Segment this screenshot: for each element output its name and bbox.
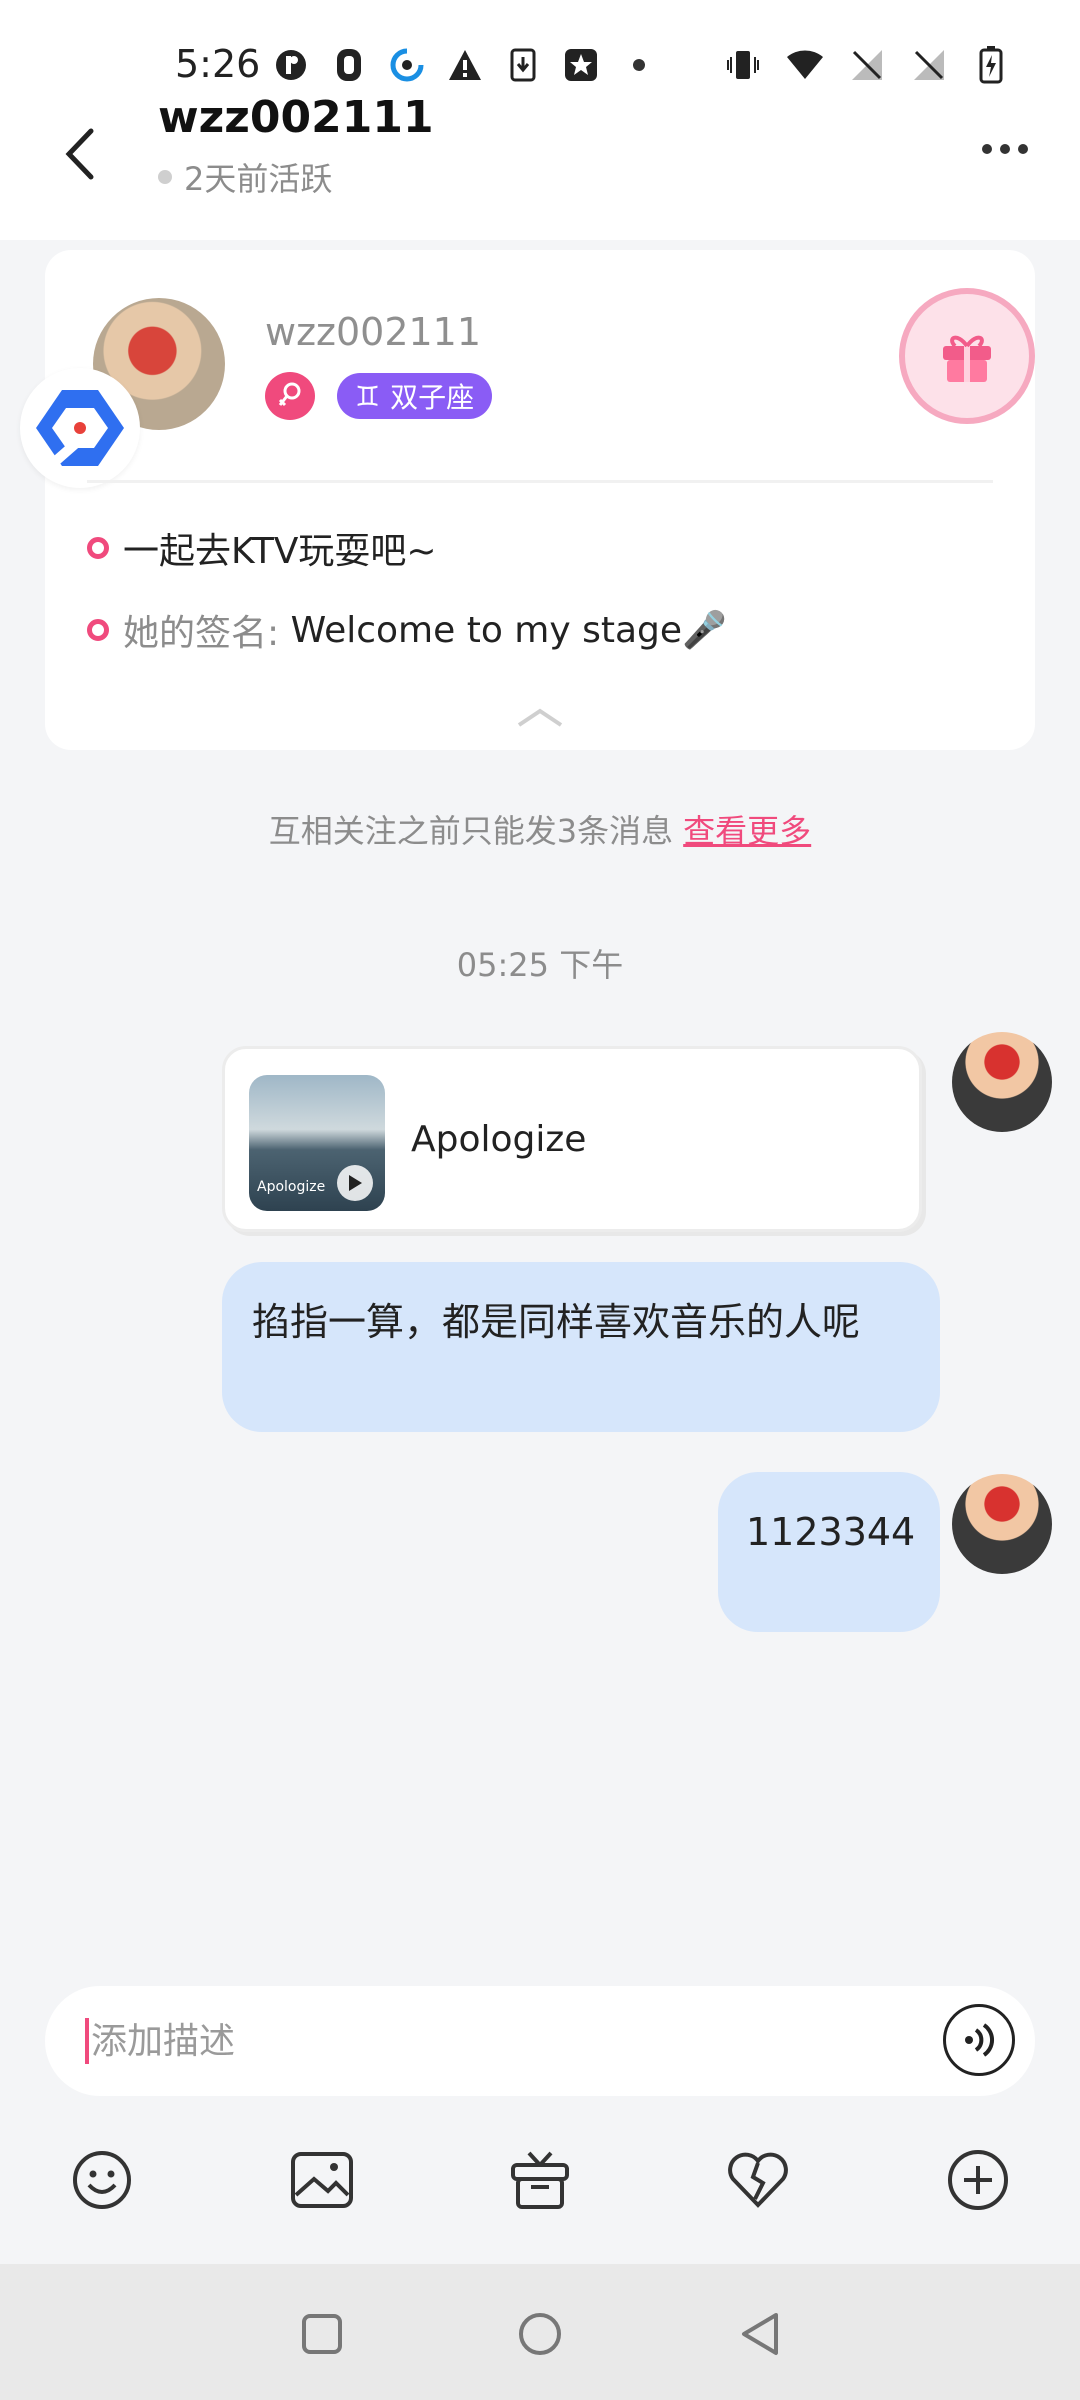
broken-heart-icon: [728, 2152, 788, 2208]
music-cover: Apologize: [249, 1075, 385, 1211]
star-icon: [562, 46, 600, 84]
circle-icon: [519, 2313, 561, 2355]
collapse-card-button[interactable]: [515, 705, 565, 735]
message-input-bar: [45, 1986, 1035, 2096]
chat-header: wzz002111 2天前活跃: [0, 84, 1080, 240]
more-dot-icon: [982, 144, 992, 154]
music-title: Apologize: [411, 1119, 587, 1160]
image-button[interactable]: [282, 2140, 362, 2220]
system-back-button[interactable]: [734, 2308, 786, 2360]
status-dot: [158, 170, 172, 184]
notice-text: 互相关注之前只能发3条消息: [268, 812, 674, 850]
more-dot-icon: [1018, 144, 1028, 154]
heart-button[interactable]: [718, 2140, 798, 2220]
my-avatar[interactable]: [952, 1032, 1052, 1132]
warning-icon: [446, 46, 484, 84]
play-icon[interactable]: [337, 1165, 373, 1201]
female-icon: [265, 372, 315, 420]
gift-box-icon: [511, 2151, 569, 2209]
music-share-card[interactable]: Apologize Apologize: [222, 1046, 922, 1232]
see-more-link[interactable]: 查看更多: [683, 812, 811, 850]
emoji-button[interactable]: [62, 2140, 142, 2220]
chat-toolbar: [0, 2140, 1080, 2230]
tiktok-icon: [272, 46, 310, 84]
browser-icon: [388, 46, 426, 84]
my-avatar[interactable]: [952, 1474, 1052, 1574]
triangle-back-icon: [742, 2313, 778, 2355]
message-limit-notice: 互相关注之前只能发3条消息 查看更多: [0, 806, 1080, 852]
status-time: 5:26: [175, 42, 261, 86]
no-signal-icon: [848, 46, 886, 84]
back-button[interactable]: [50, 114, 110, 194]
last-active-text: 2天前活跃: [184, 160, 333, 198]
chevron-up-icon: [517, 708, 563, 727]
status-system-icons: [724, 46, 1010, 84]
wifi-icon: [786, 46, 824, 84]
bullet-icon: [87, 619, 109, 641]
profile-intro: 一起去KTV玩耍吧~: [87, 522, 437, 574]
zodiac-label: 双子座: [390, 381, 475, 414]
more-dot-icon: [1000, 144, 1010, 154]
card-divider: [87, 480, 993, 483]
system-navigation-bar: [0, 2264, 1080, 2400]
more-actions-button[interactable]: [938, 2140, 1018, 2220]
voice-icon: [965, 2023, 994, 2057]
profile-tags: ♊ 双子座: [265, 372, 493, 420]
plus-icon: [948, 2150, 1008, 2210]
recent-apps-button[interactable]: [296, 2308, 348, 2360]
download-icon: [504, 46, 542, 84]
square-icon: [302, 2314, 342, 2354]
signature-text: Welcome to my stage🎤: [279, 610, 727, 651]
vibrate-icon: [724, 46, 762, 84]
zodiac-badge: ♊ 双子座: [337, 373, 493, 419]
status-notification-icons: [272, 46, 658, 84]
signature-label: 她的签名:: [123, 613, 280, 654]
home-button[interactable]: [514, 2308, 566, 2360]
gift-icon: [943, 335, 991, 382]
message-bubble[interactable]: 1123344: [718, 1472, 940, 1632]
shield-icon: [330, 46, 368, 84]
text-caret: [85, 2018, 89, 2064]
dot-icon: [620, 46, 658, 84]
message-timestamp: 05:25 下午: [456, 946, 624, 984]
chevron-left-icon: [65, 128, 94, 180]
no-signal-icon: [910, 46, 948, 84]
profile-signature: 她的签名: Welcome to my stage🎤: [87, 604, 727, 656]
verified-badge-icon: [20, 368, 140, 488]
image-icon: [291, 2152, 353, 2208]
profile-card: wzz002111 ♊ 双子座 一起去KTV玩耍吧~ 她的签名: Welcome…: [20, 250, 1035, 750]
gemini-icon: ♊: [355, 379, 381, 413]
battery-charging-icon: [972, 46, 1010, 84]
send-gift-button[interactable]: [899, 288, 1035, 424]
gift-box-button[interactable]: [500, 2140, 580, 2220]
page-title: wzz002111: [158, 92, 434, 143]
message-input[interactable]: [91, 2006, 911, 2076]
message-text: 1123344: [746, 1510, 916, 1554]
last-active-status: 2天前活跃: [158, 154, 332, 200]
message-text: 掐指一算，都是同样喜欢音乐的人呢: [252, 1300, 861, 1344]
music-cover-title: Apologize: [257, 1179, 326, 1195]
bullet-icon: [87, 537, 109, 559]
emoji-icon: [73, 2151, 131, 2209]
voice-input-button[interactable]: [943, 2004, 1015, 2076]
intro-text: 一起去KTV玩耍吧~: [123, 531, 437, 572]
more-options-button[interactable]: [970, 124, 1040, 174]
message-bubble[interactable]: 掐指一算，都是同样喜欢音乐的人呢: [222, 1262, 940, 1432]
profile-name: wzz002111: [265, 310, 482, 354]
